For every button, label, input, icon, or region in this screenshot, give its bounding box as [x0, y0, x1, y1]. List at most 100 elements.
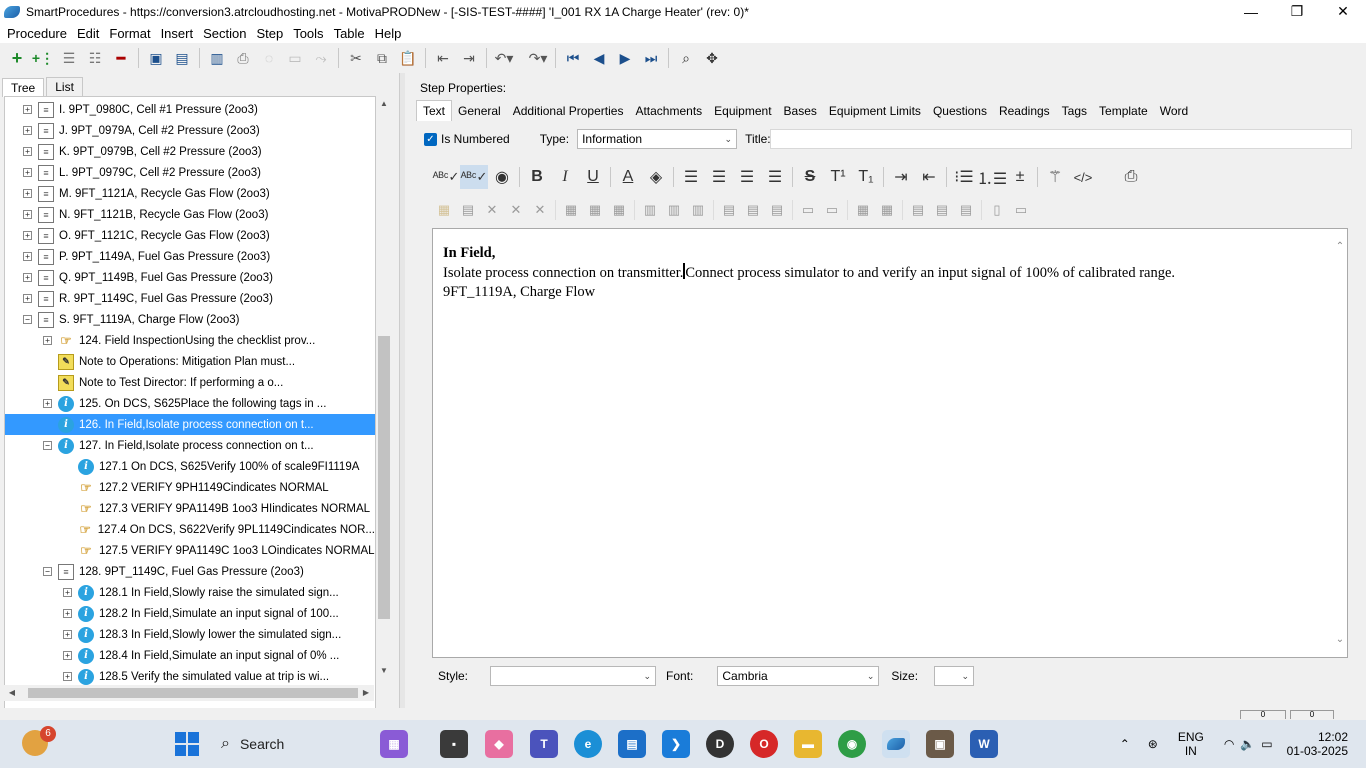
- edge-icon[interactable]: e: [574, 730, 602, 758]
- table-row-icon[interactable]: ▤: [741, 198, 765, 222]
- paste-icon[interactable]: 📋: [395, 46, 421, 70]
- widgets-app-icon[interactable]: ▦: [380, 730, 408, 758]
- bold-icon[interactable]: B: [523, 165, 551, 189]
- align-center-icon[interactable]: ☰: [705, 165, 733, 189]
- menu-insert[interactable]: Insert: [156, 26, 199, 41]
- tab-tags[interactable]: Tags: [1056, 101, 1093, 121]
- align-left-icon[interactable]: ☰: [677, 165, 705, 189]
- expand-icon[interactable]: +: [63, 588, 72, 597]
- print-preview-icon[interactable]: ⎙: [1117, 165, 1145, 189]
- bullet-list-icon[interactable]: ⁝☰: [950, 165, 978, 189]
- subscript-icon[interactable]: T₁: [852, 165, 880, 189]
- tree-item[interactable]: + ≡ L. 9PT_0979C, Cell #2 Pressure (2oo3): [5, 162, 375, 183]
- word-icon[interactable]: W: [970, 730, 998, 758]
- collapse-icon[interactable]: −: [43, 441, 52, 450]
- wifi-icon[interactable]: ◠: [1224, 737, 1234, 751]
- menu-format[interactable]: Format: [104, 26, 155, 41]
- expand-icon[interactable]: +: [43, 336, 52, 345]
- last-icon[interactable]: ⏭: [638, 46, 664, 70]
- tab-general[interactable]: General: [452, 101, 507, 121]
- tab-tree[interactable]: Tree: [2, 78, 45, 97]
- cell-height-icon[interactable]: ▭: [1009, 198, 1033, 222]
- tree-item[interactable]: ☞ 127.5 VERIFY 9PA1149C 1oo3 LOindicates …: [5, 540, 375, 561]
- close-button[interactable]: ✕: [1320, 0, 1366, 23]
- tab-equipment-limits[interactable]: Equipment Limits: [823, 101, 927, 121]
- decrease-indent-icon[interactable]: ⇤: [915, 165, 943, 189]
- tree-item[interactable]: + ≡ K. 9PT_0979B, Cell #2 Pressure (2oo3): [5, 141, 375, 162]
- window-icon[interactable]: ▭: [282, 46, 308, 70]
- tab-list[interactable]: List: [46, 77, 83, 96]
- tree-item[interactable]: + ≡ O. 9FT_1121C, Recycle Gas Flow (2oo3): [5, 225, 375, 246]
- insert-table-icon[interactable]: ▦: [432, 198, 456, 222]
- fill-color-icon[interactable]: ◈: [642, 165, 670, 189]
- expand-icon[interactable]: +: [23, 189, 32, 198]
- print-icon[interactable]: ⎙: [230, 46, 256, 70]
- tree-item[interactable]: − ≡ 128. 9PT_1149C, Fuel Gas Pressure (2oo…: [5, 561, 375, 582]
- scroll-down-icon[interactable]: ⌄: [1333, 630, 1347, 649]
- tree-item[interactable]: + i 128.4 In Field,Simulate an input signa…: [5, 645, 375, 666]
- copilot-icon[interactable]: ◆: [485, 730, 513, 758]
- cell-align-icon[interactable]: ▤: [954, 198, 978, 222]
- collapse-icon[interactable]: −: [23, 315, 32, 324]
- cell-align-icon[interactable]: ▤: [930, 198, 954, 222]
- expand-icon[interactable]: +: [43, 399, 52, 408]
- numbered-list-icon[interactable]: ⒈☰: [977, 165, 1007, 189]
- undo-icon[interactable]: ↶▾: [491, 46, 517, 70]
- type-select[interactable]: Information ⌄: [577, 129, 738, 149]
- menu-table[interactable]: Table: [329, 26, 370, 41]
- remove-icon[interactable]: ━: [108, 46, 134, 70]
- expand-icon[interactable]: +: [23, 210, 32, 219]
- expand-icon[interactable]: +: [23, 147, 32, 156]
- highlight-icon[interactable]: ◉: [488, 165, 516, 189]
- cell-width-icon[interactable]: ▯: [985, 198, 1009, 222]
- tree-item[interactable]: + ≡ P. 9PT_1149A, Fuel Gas Pressure (2oo3): [5, 246, 375, 267]
- step-text-editor[interactable]: In Field, Isolate process connection on …: [432, 228, 1348, 658]
- chevron-up-icon[interactable]: ⌃: [1120, 737, 1130, 751]
- weather-widget-icon[interactable]: 6: [22, 726, 56, 756]
- save-icon[interactable]: ▤: [169, 46, 195, 70]
- strikethrough-icon[interactable]: S: [796, 165, 824, 189]
- table-icon[interactable]: ▤: [456, 198, 480, 222]
- split-cells-icon[interactable]: ▭: [820, 198, 844, 222]
- next-icon[interactable]: ▶: [612, 46, 638, 70]
- clock[interactable]: 12:02 01-03-2025: [1287, 730, 1348, 758]
- list-alt-icon[interactable]: ☷: [82, 46, 108, 70]
- tree-item[interactable]: ☞ 127.2 VERIFY 9PH1149Cindicates NORMAL: [5, 477, 375, 498]
- tree-item[interactable]: + ≡ Q. 9PT_1149B, Fuel Gas Pressure (2oo3): [5, 267, 375, 288]
- collapse-icon[interactable]: −: [43, 567, 52, 576]
- table-delete-icon[interactable]: ✕: [528, 198, 552, 222]
- find-icon[interactable]: ⌕: [673, 46, 699, 70]
- chrome-icon[interactable]: ◉: [838, 730, 866, 758]
- expand-icon[interactable]: +: [23, 231, 32, 240]
- font-color-icon[interactable]: A: [614, 165, 642, 189]
- justify-icon[interactable]: ☰: [761, 165, 789, 189]
- cell-props-icon[interactable]: ▦: [875, 198, 899, 222]
- menu-section[interactable]: Section: [198, 26, 251, 41]
- network-status-icon[interactable]: ⊛: [1148, 737, 1158, 751]
- insert-line-icon[interactable]: ±: [1006, 165, 1034, 189]
- maximize-button[interactable]: ❐: [1274, 0, 1320, 23]
- smartprocedures-taskbar-icon[interactable]: [882, 730, 910, 758]
- previous-icon[interactable]: ◀: [586, 46, 612, 70]
- expand-icon[interactable]: +: [63, 630, 72, 639]
- html-source-icon[interactable]: </>: [1069, 165, 1097, 189]
- tree-item[interactable]: + i 128.3 In Field,Slowly lower the simula…: [5, 624, 375, 645]
- table-delete-icon[interactable]: ✕: [480, 198, 504, 222]
- file-explorer-icon[interactable]: ▬: [794, 730, 822, 758]
- tree-item[interactable]: ☞ 127.3 VERIFY 9PA1149B 1oo3 HIindicates …: [5, 498, 375, 519]
- italic-icon[interactable]: I: [551, 165, 579, 189]
- tab-questions[interactable]: Questions: [927, 101, 993, 121]
- tab-bases[interactable]: Bases: [778, 101, 823, 121]
- battery-icon[interactable]: ▭: [1261, 737, 1272, 751]
- tab-text[interactable]: Text: [416, 100, 453, 121]
- panel-splitter[interactable]: [399, 73, 405, 708]
- is-numbered-checkbox[interactable]: ✓: [424, 132, 437, 146]
- tree-item[interactable]: + i 125. On DCS, S625Place the following t…: [5, 393, 375, 414]
- start-button[interactable]: [175, 732, 199, 756]
- tree-item[interactable]: + ≡ J. 9PT_0979A, Cell #2 Pressure (2oo3): [5, 120, 375, 141]
- refresh-icon[interactable]: ◌: [256, 46, 282, 70]
- tree-item[interactable]: ✎ Note to Operations: Mitigation Plan mus…: [5, 351, 375, 372]
- table-grid-icon[interactable]: ▦: [559, 198, 583, 222]
- volume-icon[interactable]: 🔈: [1240, 737, 1255, 751]
- magic-wand-icon[interactable]: ⚚: [1041, 165, 1069, 189]
